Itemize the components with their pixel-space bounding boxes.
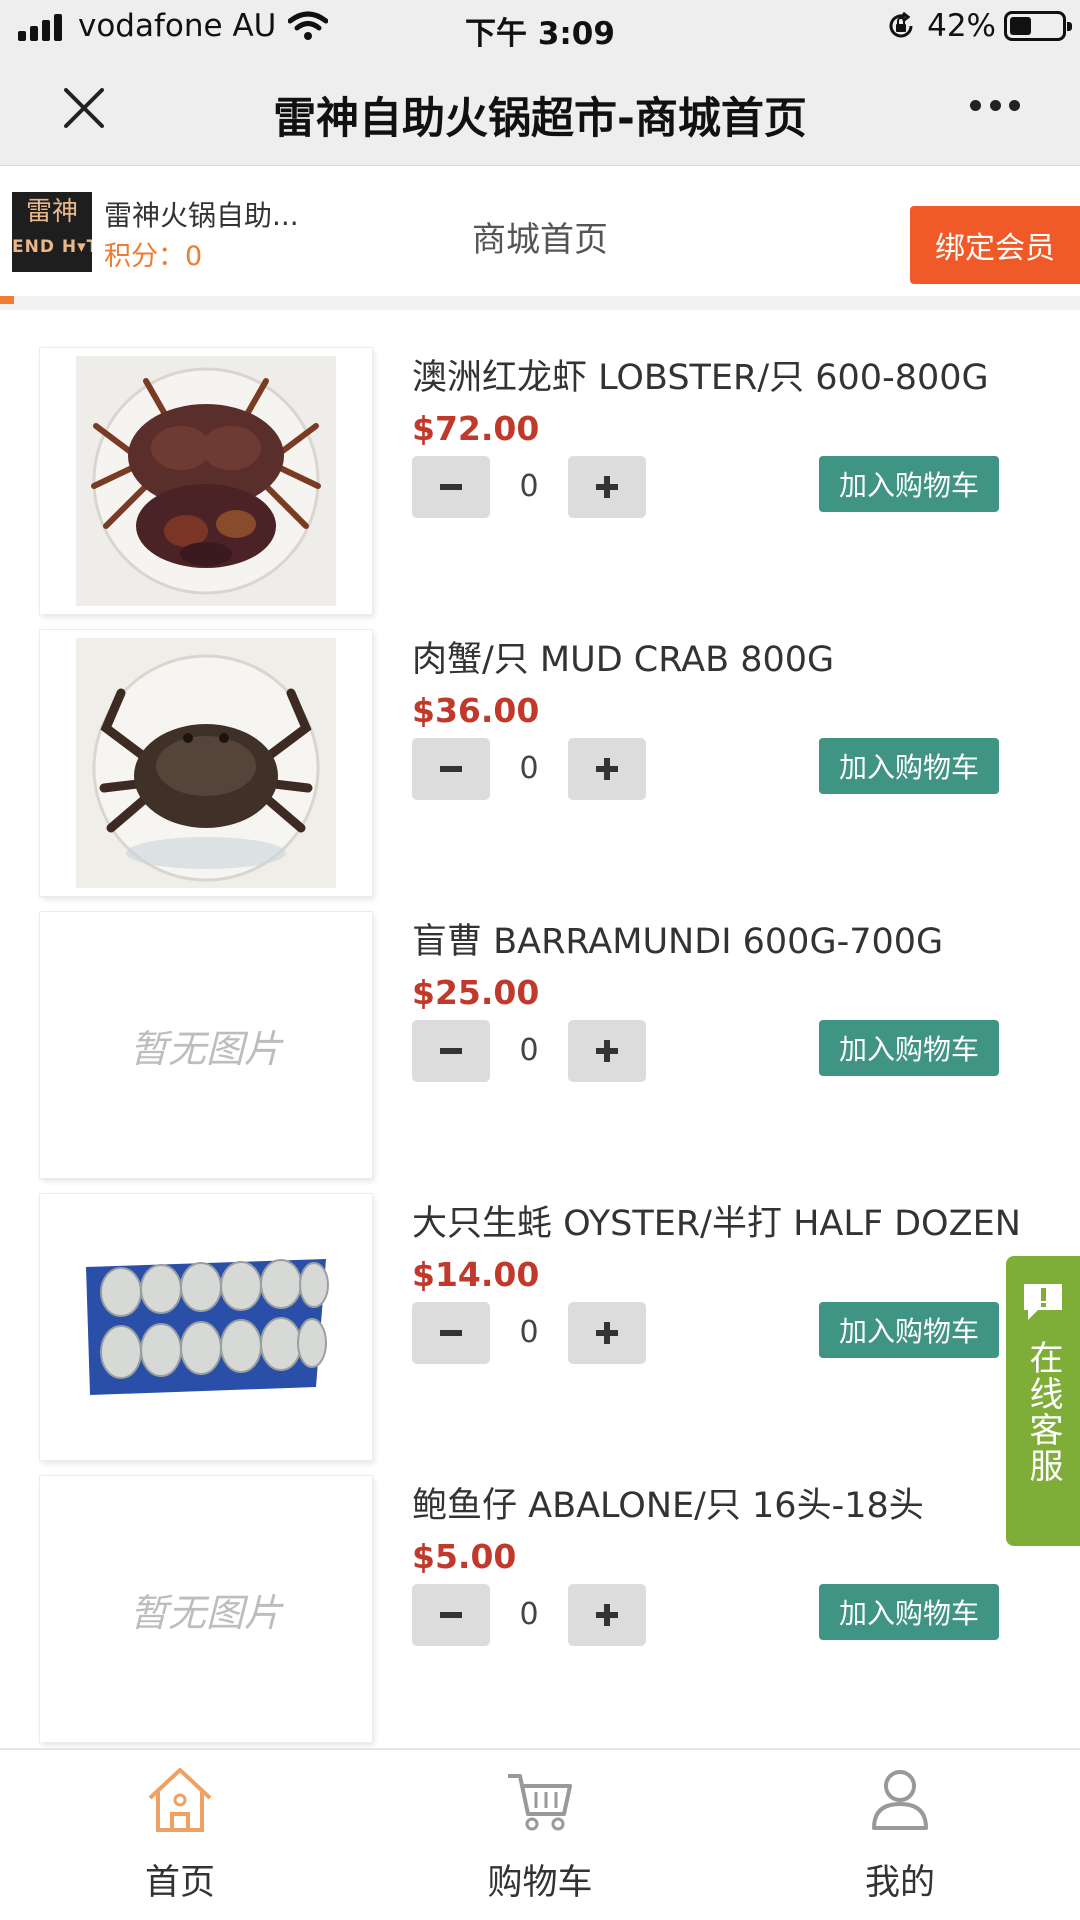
product-list[interactable]: 澳洲红龙虾 LOBSTER/只 600-800G $72.00 0 加入购物车 <box>0 330 1080 1748</box>
product-price: $5.00 <box>412 1537 517 1576</box>
plus-icon <box>596 476 618 498</box>
add-to-cart-button[interactable]: 加入购物车 <box>819 738 999 794</box>
product-price: $14.00 <box>412 1255 540 1294</box>
decrease-button[interactable] <box>412 456 490 518</box>
nav-cart[interactable]: 购物车 <box>360 1750 720 1920</box>
plus-icon <box>596 1040 618 1062</box>
product-price: $25.00 <box>412 973 540 1012</box>
nav-profile-label: 我的 <box>864 1863 935 1903</box>
title-bar: 雷神自助火锅超市-商城首页 <box>0 54 1080 166</box>
product-image[interactable]: 暂无图片 <box>40 1476 372 1742</box>
cart-icon <box>508 1774 572 1831</box>
home-icon <box>148 1768 212 1832</box>
crab-photo <box>76 638 336 888</box>
oysters-photo <box>86 1259 329 1395</box>
nav-profile[interactable]: 我的 <box>720 1750 1080 1920</box>
shop-name: 雷神火锅自助... <box>104 199 299 232</box>
list-item: 肉蟹/只 MUD CRAB 800G $36.00 0 加入购物车 <box>0 612 1080 896</box>
product-price: $36.00 <box>412 691 540 730</box>
lobster-photo <box>76 356 336 606</box>
bottom-nav: 首页 购物车 我的 <box>0 1748 1080 1920</box>
status-bar: vodafone AU 下午 3:09 42% <box>0 0 1080 54</box>
product-name: 肉蟹/只 MUD CRAB 800G <box>412 640 835 680</box>
battery-percent: 42% <box>927 8 996 44</box>
increase-button[interactable] <box>568 1584 646 1646</box>
rotation-lock-icon <box>889 11 913 38</box>
nav-home[interactable]: 首页 <box>0 1750 360 1920</box>
plus-icon <box>596 1322 618 1344</box>
plus-icon <box>596 758 618 780</box>
quantity-value[interactable]: 0 <box>490 1020 568 1082</box>
list-item: 大只生蚝 OYSTER/半打 HALF DOZEN $14.00 0 加入购物车 <box>0 1176 1080 1460</box>
nav-cart-label: 购物车 <box>487 1863 593 1903</box>
bind-member-button[interactable]: 绑定会员 <box>910 206 1080 284</box>
quantity-stepper: 0 加入购物车 <box>412 738 1032 802</box>
product-name: 盲曹 BARRAMUNDI 600G-700G <box>412 922 944 962</box>
increase-button[interactable] <box>568 1020 646 1082</box>
product-price: $72.00 <box>412 409 540 448</box>
no-image-placeholder: 暂无图片 <box>129 1590 282 1635</box>
no-image-placeholder: 暂无图片 <box>129 1026 282 1071</box>
decrease-button[interactable] <box>412 738 490 800</box>
quantity-stepper: 0 加入购物车 <box>412 456 1032 520</box>
decrease-button[interactable] <box>412 1020 490 1082</box>
quantity-value[interactable]: 0 <box>490 738 568 800</box>
minus-icon <box>440 484 462 490</box>
chat-bubble-icon <box>1024 1284 1062 1320</box>
list-item: 暂无图片 盲曹 BARRAMUNDI 600G-700G $25.00 0 加入… <box>0 894 1080 1178</box>
battery-fill <box>1010 17 1031 35</box>
loading-indicator <box>0 296 1080 310</box>
minus-icon <box>440 766 462 772</box>
increase-button[interactable] <box>568 1302 646 1364</box>
product-image[interactable] <box>40 348 372 614</box>
quantity-value[interactable]: 0 <box>490 1584 568 1646</box>
minus-icon <box>440 1330 462 1336</box>
list-item: 暂无图片 鲍鱼仔 ABALONE/只 16头-18头 $5.00 0 加入购物车 <box>0 1458 1080 1742</box>
product-name: 澳洲红龙虾 LOBSTER/只 600-800G <box>412 358 989 398</box>
decrease-button[interactable] <box>412 1584 490 1646</box>
user-icon <box>872 1770 928 1830</box>
points-label: 积分：0 <box>104 241 203 272</box>
quantity-stepper: 0 加入购物车 <box>412 1584 1032 1648</box>
add-to-cart-button[interactable]: 加入购物车 <box>819 1020 999 1076</box>
product-image[interactable]: 暂无图片 <box>40 912 372 1178</box>
list-item: 澳洲红龙虾 LOBSTER/只 600-800G $72.00 0 加入购物车 <box>0 330 1080 614</box>
minus-icon <box>440 1612 462 1618</box>
quantity-stepper: 0 加入购物车 <box>412 1020 1032 1084</box>
shop-logo: 雷神 END H▾T <box>12 192 92 272</box>
online-service-tab[interactable]: 在线客服 <box>1006 1256 1080 1546</box>
window-title: 雷神自助火锅超市-商城首页 <box>273 94 807 144</box>
plus-icon <box>596 1604 618 1626</box>
product-image[interactable] <box>40 630 372 896</box>
product-name: 鲍鱼仔 ABALONE/只 16头-18头 <box>412 1486 924 1526</box>
battery-icon <box>1004 11 1072 41</box>
increase-button[interactable] <box>568 456 646 518</box>
increase-button[interactable] <box>568 738 646 800</box>
add-to-cart-button[interactable]: 加入购物车 <box>819 1302 999 1358</box>
online-service-label: 在线客服 <box>1023 1340 1063 1484</box>
shop-header: 雷神 END H▾T 雷神火锅自助... 积分：0 商城首页 绑定会员 <box>0 166 1080 296</box>
add-to-cart-button[interactable]: 加入购物车 <box>819 456 999 512</box>
quantity-value[interactable]: 0 <box>490 1302 568 1364</box>
product-name: 大只生蚝 OYSTER/半打 HALF DOZEN <box>412 1204 1021 1244</box>
minus-icon <box>440 1048 462 1054</box>
quantity-stepper: 0 加入购物车 <box>412 1302 1032 1366</box>
nav-home-label: 首页 <box>144 1863 215 1903</box>
add-to-cart-button[interactable]: 加入购物车 <box>819 1584 999 1640</box>
decrease-button[interactable] <box>412 1302 490 1364</box>
product-image[interactable] <box>40 1194 372 1460</box>
quantity-value[interactable]: 0 <box>490 456 568 518</box>
more-options-icon[interactable] <box>970 100 1020 116</box>
